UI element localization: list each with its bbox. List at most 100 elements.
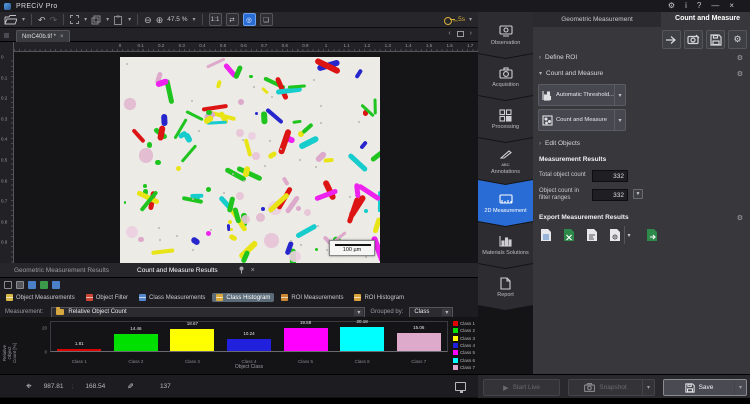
select-region-icon[interactable] [70, 15, 79, 24]
specimen-speck [176, 235, 178, 237]
fit-to-window-icon[interactable]: ⇄ [226, 13, 239, 26]
timer-badge[interactable]: 5s ▾ [444, 16, 472, 23]
paste-chevron-icon[interactable]: ▾ [128, 16, 131, 23]
results-toolbar [4, 280, 60, 290]
count-measure-gear-icon[interactable]: ⚙ [737, 70, 743, 78]
save-settings-button[interactable] [706, 30, 725, 49]
specimen-object [301, 122, 313, 134]
export-text-button[interactable] [583, 226, 601, 244]
gallery-next-icon[interactable]: › [470, 30, 472, 37]
gallery-prev-icon[interactable]: ‹ [448, 30, 450, 37]
automatic-threshold-button[interactable]: Automatic Threshold... ▾ [538, 84, 626, 106]
results-close-icon[interactable]: × [251, 267, 255, 274]
save-button[interactable]: Save ▾ [663, 379, 747, 396]
live-target-icon[interactable]: ◎ [243, 13, 256, 26]
export-to-excel-button[interactable] [643, 226, 661, 244]
send-to-workflow-button[interactable] [662, 30, 681, 49]
save-chevron-icon[interactable]: ▾ [734, 380, 746, 395]
image-tab-close-icon[interactable]: × [60, 34, 64, 40]
export-gear-icon[interactable]: ⚙ [737, 214, 743, 222]
export-report-icon[interactable] [52, 281, 60, 289]
info-icon[interactable]: i [685, 1, 687, 11]
capture-settings-button[interactable] [684, 30, 703, 49]
select-region-chevron-icon[interactable]: ▾ [84, 16, 87, 23]
sidebar-item-annotations[interactable]: ABC Annotations [478, 138, 533, 184]
undo-icon[interactable]: ↶ [38, 14, 46, 26]
tab-list-icon[interactable] [4, 33, 9, 38]
zoom-level-value[interactable]: 47.5 % [167, 16, 187, 23]
minimize-icon[interactable]: — [711, 1, 719, 11]
export-excel-icon[interactable] [40, 281, 48, 289]
copy-results-icon[interactable] [16, 281, 24, 289]
redo-icon[interactable]: ↷ [50, 14, 58, 26]
filter-count-field[interactable]: 332 [592, 189, 628, 201]
grouped-by-dropdown-chevron-icon[interactable]: ▾ [442, 309, 451, 316]
edit-objects-collapse-icon[interactable]: › [539, 141, 541, 147]
copy-chevron-icon[interactable]: ▾ [106, 16, 109, 23]
tab-count-measure-results[interactable]: Count and Measure Results [123, 267, 232, 274]
fullscreen-icon[interactable]: ❏ [260, 13, 273, 26]
step-settings-button[interactable]: ⚙ [728, 30, 747, 49]
export-workbook-button[interactable] [606, 226, 624, 244]
total-object-count-field[interactable]: 332 [592, 170, 628, 182]
count-and-measure-button[interactable]: Count and Measure ▾ [538, 109, 626, 131]
tab-geometric-results[interactable]: Geometric Measurement Results [0, 267, 123, 274]
filter-tab-object-measurements[interactable]: Object Measurements [2, 293, 79, 302]
display-icon[interactable] [455, 382, 466, 391]
zoom-out-icon[interactable]: ⊖ [144, 14, 152, 26]
select-all-icon[interactable] [4, 281, 12, 289]
start-live-button[interactable]: ▶ Start Live [483, 379, 560, 396]
export-excel-button[interactable] [560, 226, 578, 244]
filter-tab-icon [139, 294, 146, 301]
settings-icon[interactable]: ⚙ [668, 1, 675, 11]
gallery-toggle-icon[interactable] [457, 31, 464, 37]
coord-separator: ; [72, 383, 74, 390]
section-count-and-measure[interactable]: ▾ Count and Measure [539, 70, 603, 77]
filter-tab-object-filter[interactable]: Object Filter [82, 293, 132, 302]
open-file-chevron-icon[interactable]: ▾ [22, 16, 25, 23]
h-ruler-tick-label: 0.5 [220, 43, 226, 48]
sidebar-item-processing[interactable]: Processing [478, 96, 533, 142]
tool-header-tab[interactable]: Geometric Measurement [533, 12, 661, 27]
sidebar-item-report[interactable]: Report [478, 264, 533, 310]
paste-icon[interactable] [113, 15, 123, 25]
section-edit-objects[interactable]: › Edit Objects [539, 140, 580, 147]
threshold-chevron-icon[interactable]: ▾ [614, 85, 625, 105]
v-ruler-tick-label: 0.1 [1, 75, 7, 80]
measurement-dropdown-chevron-icon[interactable]: ▾ [354, 309, 363, 316]
filter-tab-class-measurements[interactable]: Class Measurements [135, 293, 209, 302]
define-roi-gear-icon[interactable]: ⚙ [737, 54, 743, 62]
open-file-icon[interactable] [4, 14, 17, 25]
export-sheet-icon[interactable] [28, 281, 36, 289]
snapshot-chevron-icon[interactable]: ▾ [642, 380, 654, 395]
filter-tab-class-histogram[interactable]: Class Histogram [212, 293, 274, 302]
zoom-in-icon[interactable]: ⊕ [156, 14, 164, 26]
sidebar-item-acquisition[interactable]: Acquisition [478, 54, 533, 100]
export-workbook-chevron-icon[interactable]: ▾ [624, 226, 633, 244]
help-icon[interactable]: ? [697, 1, 701, 11]
grouped-by-dropdown[interactable]: Class ▾ [409, 307, 453, 318]
count-measure-chevron-icon[interactable]: ▾ [614, 110, 625, 130]
image-canvas[interactable]: 00.10.20.30.40.50.60.70.80.911.11.21.31.… [0, 42, 478, 263]
copy-icon[interactable] [91, 15, 101, 25]
export-csv-button[interactable] [537, 226, 555, 244]
filter-icon[interactable]: ▼ [633, 189, 643, 199]
count-measure-expand-icon[interactable]: ▾ [539, 70, 542, 77]
filter-tab-roi-histogram[interactable]: ROI Histogram [350, 293, 408, 302]
snapshot-button[interactable]: Snapshot ▾ [568, 379, 655, 396]
zoom-level-chevron-icon[interactable]: ▾ [193, 16, 196, 23]
legend-label: Class 5 [460, 350, 475, 355]
define-roi-collapse-icon[interactable]: › [539, 55, 541, 61]
sidebar-item-2d-measurement[interactable]: 2D Measurement [478, 180, 533, 226]
section-define-roi[interactable]: › Define ROI [539, 54, 577, 61]
actual-size-button[interactable]: 1:1 [209, 13, 222, 26]
filter-tab-roi-measurements[interactable]: ROI Measurements [277, 293, 347, 302]
measurement-dropdown[interactable]: Relative Object Count ▾ [51, 307, 365, 318]
image-tab[interactable]: NmC40b.tif * × [16, 30, 70, 42]
close-icon[interactable]: × [729, 1, 734, 11]
pin-icon[interactable] [238, 266, 245, 274]
sidebar-item-observation[interactable]: Observation [478, 12, 533, 58]
specimen-image[interactable]: 100 µm [120, 57, 380, 263]
sidebar-item-materials-solutions[interactable]: Materials Solutions [478, 222, 533, 268]
start-live-label: Start Live [512, 384, 539, 391]
